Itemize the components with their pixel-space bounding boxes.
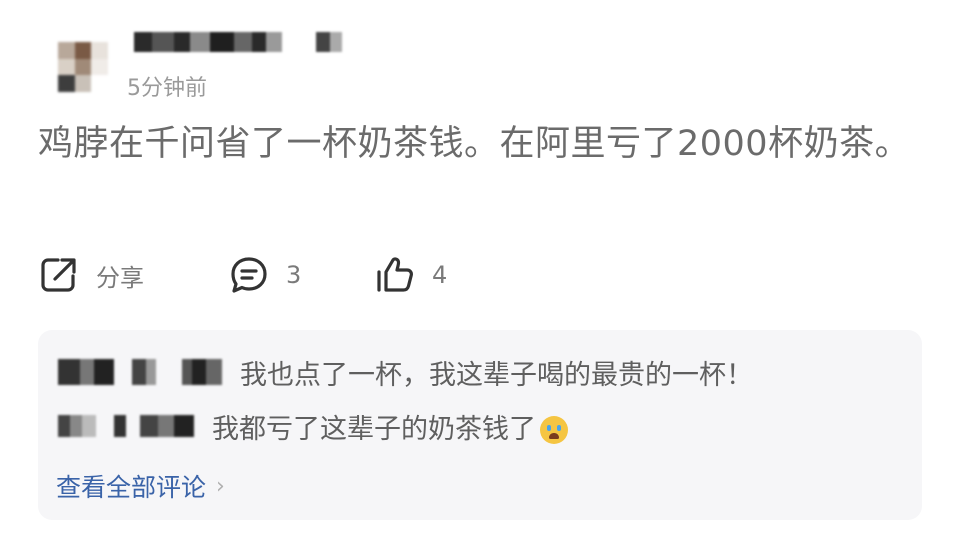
chevron-right-icon: › <box>216 473 225 499</box>
crying-face-emoji-icon <box>540 416 568 444</box>
commenter-name-redacted[interactable] <box>58 415 194 437</box>
thumbs-up-icon <box>374 254 416 296</box>
like-button[interactable]: 4 <box>374 252 447 298</box>
view-all-comments-label: 查看全部评论 <box>56 473 207 502</box>
comment-item[interactable]: 我都亏了这辈子的奶茶钱了 <box>58 406 568 446</box>
post-card: 5分钟前 鸡脖在千问省了一杯奶茶钱。在阿里亏了2000杯奶茶。 分享 3 4 我… <box>0 0 960 537</box>
share-label: 分享 <box>96 263 144 292</box>
avatar[interactable] <box>58 42 108 92</box>
comment-text: 我都亏了这辈子的奶茶钱了 <box>212 407 568 446</box>
comment-button[interactable]: 3 <box>228 252 301 298</box>
post-content: 鸡脖在千问省了一杯奶茶钱。在阿里亏了2000杯奶茶。 <box>38 124 911 164</box>
share-icon <box>38 254 80 296</box>
comment-count: 3 <box>286 261 302 289</box>
action-bar: 分享 3 4 <box>38 252 638 298</box>
view-all-comments-link[interactable]: 查看全部评论 › <box>56 468 225 504</box>
comment-text-content: 我都亏了这辈子的奶茶钱了 <box>212 413 536 445</box>
comment-text: 我也点了一杯，我这辈子喝的最贵的一杯！ <box>240 359 753 391</box>
comment-item[interactable]: 我也点了一杯，我这辈子喝的最贵的一杯！ <box>58 352 753 392</box>
username-redacted[interactable] <box>134 30 342 54</box>
share-button[interactable]: 分享 <box>38 252 144 298</box>
like-count: 4 <box>432 261 448 289</box>
comments-panel: 我也点了一杯，我这辈子喝的最贵的一杯！ 我都亏了这辈子的奶茶钱了 查看全部评论 … <box>38 330 922 520</box>
post-timestamp: 5分钟前 <box>127 76 207 101</box>
comment-icon <box>228 254 270 296</box>
commenter-name-redacted[interactable] <box>58 359 222 385</box>
